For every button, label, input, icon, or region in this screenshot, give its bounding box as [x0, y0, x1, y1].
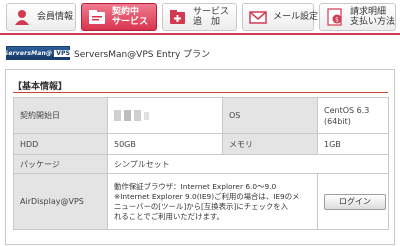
table-row: HDD 50GB メモリ 1GB	[13, 133, 389, 155]
plan-title: ServersMan@VPS Entry プラン	[74, 49, 211, 60]
tab-member-info-label: 会員情報	[37, 12, 74, 22]
contract-start-label: 契約開始日	[13, 97, 108, 134]
tab-mail-settings[interactable]: メール設定	[242, 3, 318, 31]
add-service-icon	[170, 10, 185, 24]
redacted-date	[114, 110, 216, 121]
section-title: 【基本情報】	[13, 82, 68, 92]
os-label: OS	[222, 97, 318, 134]
section-divider	[13, 92, 388, 93]
tab-add-service-label: サービス追 加	[193, 7, 230, 27]
tab-contracted-services-label: 契約中 サービス	[112, 7, 149, 27]
mail-icon	[249, 11, 267, 24]
contract-icon	[89, 10, 105, 24]
table-row: パッケージ シンプルセット	[13, 154, 389, 174]
table-row: AirDisplay@VPS 動作保証ブラウザ：Internet Explore…	[13, 173, 389, 230]
serversman-vps-logo: ServersMan@ VPS	[4, 46, 73, 60]
tab-member-info[interactable]: 会員情報	[6, 3, 76, 31]
tab-add-service[interactable]: サービス追 加	[162, 3, 237, 31]
login-button[interactable]: ログイン	[324, 193, 386, 210]
airdisplay-action: ログイン	[317, 173, 389, 230]
hdd-value: 50GB	[107, 133, 223, 155]
svg-text:$: $	[335, 17, 339, 24]
tab-mail-settings-label: メール設定	[273, 12, 319, 22]
tab-billing-label: 請求明細 支払い方法	[350, 7, 396, 27]
basic-info-panel: 【基本情報】 契約開始日 OS CentOS 6.3 (64bit) HDD 5…	[5, 69, 395, 245]
package-value: シンプルセット	[107, 154, 389, 174]
user-icon	[15, 10, 29, 25]
tab-divider	[0, 33, 400, 35]
airdisplay-label: AirDisplay@VPS	[13, 173, 108, 230]
airdisplay-note: 動作保証ブラウザ：Internet Explorer 6.0〜9.0 ※Inte…	[107, 173, 318, 230]
memory-value: 1GB	[317, 133, 389, 155]
package-label: パッケージ	[13, 154, 108, 174]
billing-icon: $	[327, 8, 342, 26]
tab-contracted-services[interactable]: 契約中 サービス	[81, 3, 157, 31]
table-row: 契約開始日 OS CentOS 6.3 (64bit)	[13, 97, 389, 134]
contract-start-value	[107, 97, 223, 134]
hdd-label: HDD	[13, 133, 108, 155]
basic-info-table: 契約開始日 OS CentOS 6.3 (64bit) HDD 50GB メモリ…	[13, 97, 389, 230]
top-tab-bar: 会員情報 契約中 サービス サービス追 加 メール設定 $ 請求明細 支払い方法	[0, 0, 400, 35]
os-value: CentOS 6.3 (64bit)	[317, 97, 389, 134]
memory-label: メモリ	[222, 133, 318, 155]
plan-heading: ServersMan@ VPS ServersMan@VPS Entry プラン	[4, 44, 211, 62]
tab-billing[interactable]: $ 請求明細 支払い方法	[319, 3, 396, 31]
